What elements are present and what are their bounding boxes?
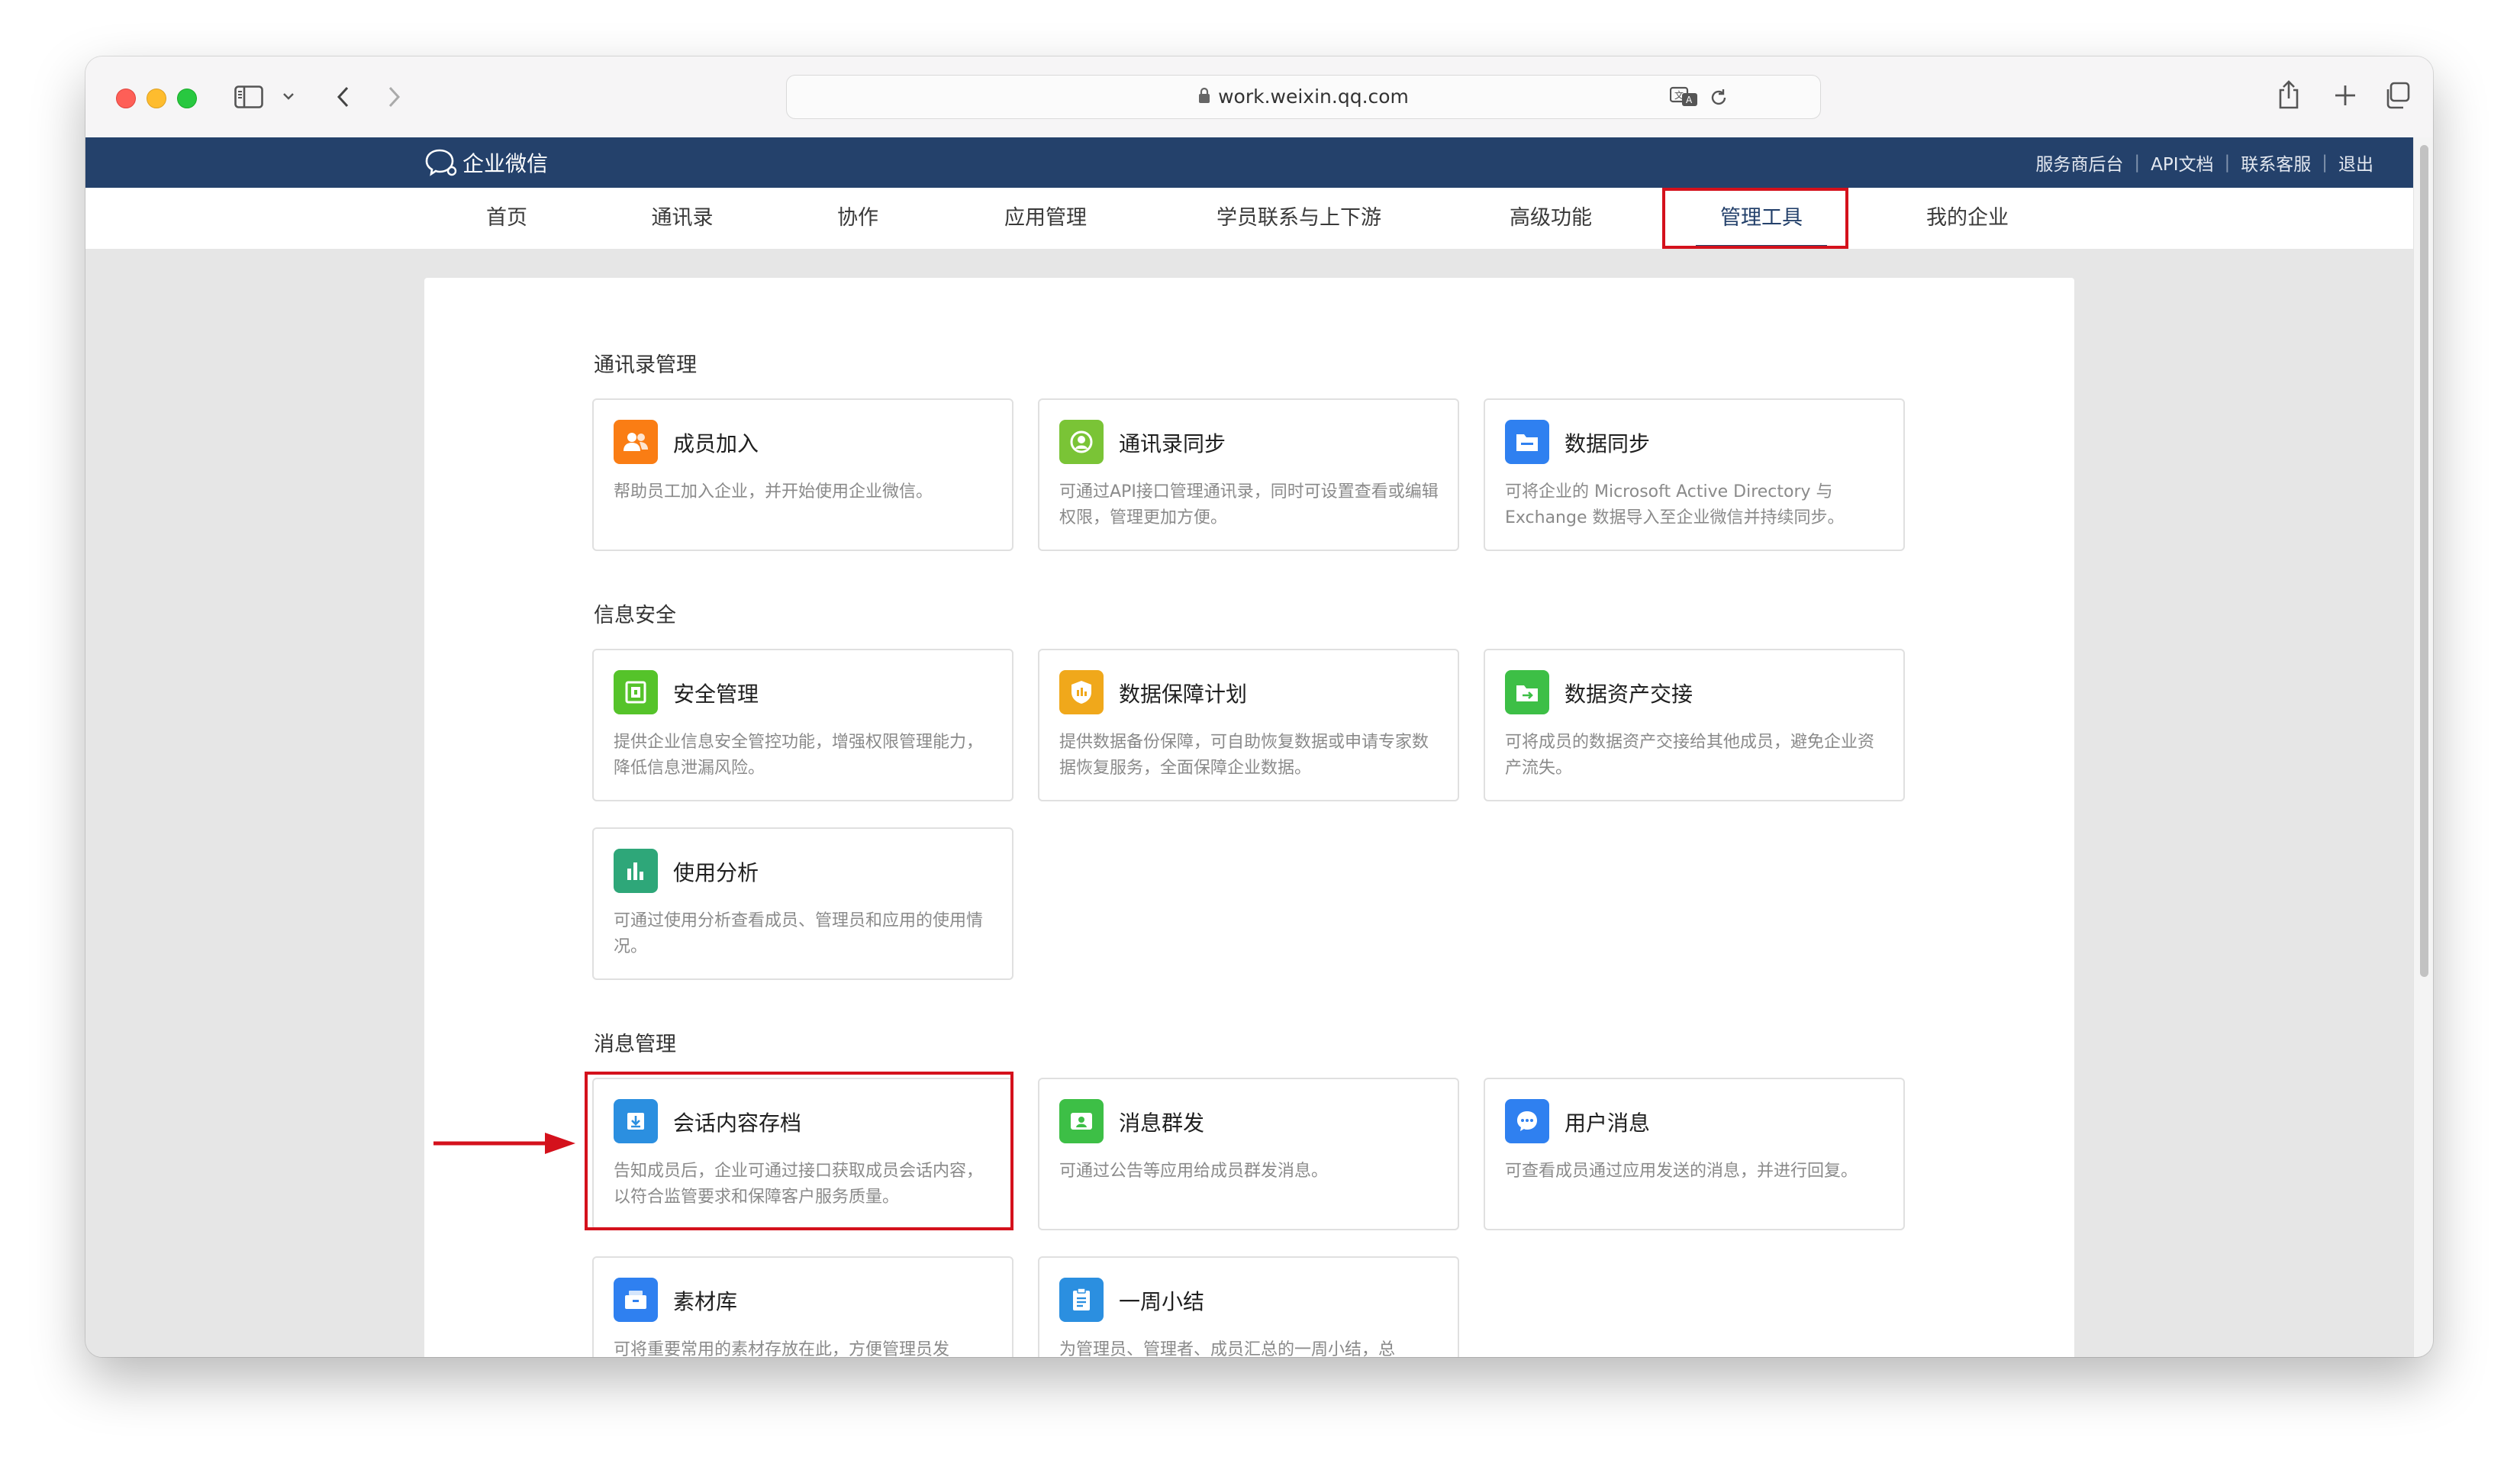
card-title: 成员加入 bbox=[673, 431, 759, 456]
scrollbar-thumb[interactable] bbox=[2420, 145, 2428, 977]
card-security-management[interactable]: 安全管理 提供企业信息安全管控功能，增强权限管理能力，降低信息泄漏风险。 bbox=[592, 649, 1013, 801]
tab-home[interactable]: 首页 bbox=[486, 188, 527, 249]
link-api-docs[interactable]: API文档 bbox=[2151, 150, 2213, 176]
page-scrollbar[interactable] bbox=[2413, 137, 2433, 1357]
card-description: 可将重要常用的素材存放在此，方便管理员发 bbox=[614, 1340, 950, 1357]
member-join-icon bbox=[614, 420, 658, 464]
data-protection-icon bbox=[1059, 670, 1104, 714]
card-title: 通讯录同步 bbox=[1119, 431, 1226, 456]
site-header: 企业微信 服务商后台 | API文档 | 联系客服 | 退出 bbox=[85, 137, 2413, 188]
card-data-sync[interactable]: 数据同步 可将企业的 Microsoft Active Directory 与 … bbox=[1484, 398, 1905, 551]
brand-name: 企业微信 bbox=[462, 151, 549, 176]
card-description: 可将企业的 Microsoft Active Directory 与 Excha… bbox=[1505, 482, 1845, 527]
share-icon[interactable] bbox=[2276, 78, 2302, 111]
tab-student-contact[interactable]: 学员联系与上下游 bbox=[1216, 188, 1381, 249]
link-contact-support[interactable]: 联系客服 bbox=[2241, 150, 2311, 176]
security-icon bbox=[614, 670, 658, 714]
material-library-icon bbox=[614, 1278, 658, 1322]
separator: | bbox=[2224, 153, 2231, 172]
close-window-button[interactable] bbox=[116, 89, 136, 108]
translate-icon[interactable]: 文A bbox=[1669, 85, 1700, 109]
card-description: 提供数据备份保障，可自助恢复数据或申请专家数据恢复服务，全面保障企业数据。 bbox=[1059, 733, 1429, 778]
top-links: 服务商后台 | API文档 | 联系客服 | 退出 bbox=[2035, 137, 2373, 188]
tab-app-management[interactable]: 应用管理 bbox=[1004, 188, 1087, 249]
card-material-library[interactable]: 素材库 可将重要常用的素材存放在此，方便管理员发 bbox=[592, 1256, 1013, 1357]
contacts-sync-icon bbox=[1059, 420, 1104, 464]
browser-window: work.weixin.qq.com 文A 企业微信 服务商后台 | API文档… bbox=[85, 56, 2433, 1357]
card-mass-message[interactable]: 消息群发 可通过公告等应用给成员群发消息。 bbox=[1038, 1078, 1459, 1230]
card-data-protection[interactable]: 数据保障计划 提供数据备份保障，可自助恢复数据或申请专家数据恢复服务，全面保障企… bbox=[1038, 649, 1459, 801]
annotation-arrow-icon bbox=[433, 1133, 575, 1154]
sidebar-toggle-icon[interactable] bbox=[234, 84, 264, 110]
weekly-summary-icon bbox=[1059, 1278, 1104, 1322]
card-title: 素材库 bbox=[673, 1289, 738, 1314]
card-description: 可将成员的数据资产交接给其他成员，避免企业资产流失。 bbox=[1505, 733, 1875, 778]
card-title: 使用分析 bbox=[673, 860, 759, 885]
card-description: 可通过API接口管理通讯录，同时可设置查看或编辑权限，管理更加方便。 bbox=[1059, 482, 1439, 527]
card-title: 数据保障计划 bbox=[1119, 682, 1248, 707]
user-message-icon bbox=[1505, 1099, 1549, 1143]
card-title: 一周小结 bbox=[1119, 1289, 1205, 1314]
reload-icon[interactable] bbox=[1707, 86, 1730, 109]
main-nav: 首页 通讯录 协作 应用管理 学员联系与上下游 高级功能 管理工具 我的企业 bbox=[85, 188, 2413, 250]
card-description: 提供企业信息安全管控功能，增强权限管理能力，降低信息泄漏风险。 bbox=[614, 733, 984, 778]
tab-advanced-features[interactable]: 高级功能 bbox=[1510, 188, 1592, 249]
new-tab-icon[interactable] bbox=[2332, 82, 2358, 108]
chevron-down-icon[interactable] bbox=[281, 89, 296, 104]
mass-message-icon bbox=[1059, 1099, 1104, 1143]
svg-text:A: A bbox=[1686, 95, 1693, 105]
usage-analysis-icon bbox=[614, 849, 658, 893]
section-title-messages: 消息管理 bbox=[594, 1033, 676, 1056]
card-description: 可查看成员通过应用发送的消息，并进行回复。 bbox=[1505, 1162, 1858, 1181]
tab-collaboration[interactable]: 协作 bbox=[837, 188, 878, 249]
card-user-message[interactable]: 用户消息 可查看成员通过应用发送的消息，并进行回复。 bbox=[1484, 1078, 1905, 1230]
card-asset-handover[interactable]: 数据资产交接 可将成员的数据资产交接给其他成员，避免企业资产流失。 bbox=[1484, 649, 1905, 801]
back-icon[interactable] bbox=[331, 84, 354, 110]
card-description: 可通过使用分析查看成员、管理员和应用的使用情况。 bbox=[614, 911, 984, 956]
asset-handover-icon bbox=[1505, 670, 1549, 714]
page-content: 通讯录管理 成员加入 帮助员工加入企业，并开始使用企业微信。 通讯录同步 可通过… bbox=[85, 249, 2413, 1357]
brand-logo[interactable]: 企业微信 bbox=[424, 137, 548, 188]
card-title: 消息群发 bbox=[1119, 1111, 1205, 1136]
svg-text:文: 文 bbox=[1674, 89, 1684, 101]
separator: | bbox=[2322, 153, 2328, 172]
annotation-box-chat-archive bbox=[585, 1072, 1013, 1230]
address-bar[interactable]: work.weixin.qq.com 文A bbox=[786, 75, 1821, 119]
section-title-contacts: 通讯录管理 bbox=[594, 353, 697, 377]
wecom-logo-icon bbox=[425, 149, 457, 176]
card-title: 用户消息 bbox=[1565, 1111, 1651, 1136]
separator: | bbox=[2134, 153, 2141, 172]
zoom-window-button[interactable] bbox=[177, 89, 197, 108]
link-provider-backend[interactable]: 服务商后台 bbox=[2035, 150, 2123, 176]
card-title: 安全管理 bbox=[673, 682, 759, 707]
tab-contacts[interactable]: 通讯录 bbox=[652, 188, 714, 249]
card-weekly-summary[interactable]: 一周小结 为管理员、管理者、成员汇总的一周小结，总 bbox=[1038, 1256, 1459, 1357]
card-title: 数据资产交接 bbox=[1565, 682, 1693, 707]
lock-icon bbox=[1198, 76, 1210, 119]
forward-icon[interactable] bbox=[383, 84, 406, 110]
card-description: 为管理员、管理者、成员汇总的一周小结，总 bbox=[1059, 1340, 1396, 1357]
data-sync-icon bbox=[1505, 420, 1549, 464]
card-description: 可通过公告等应用给成员群发消息。 bbox=[1059, 1162, 1329, 1181]
url-text: work.weixin.qq.com bbox=[1218, 85, 1409, 108]
card-member-join[interactable]: 成员加入 帮助员工加入企业，并开始使用企业微信。 bbox=[592, 398, 1013, 551]
card-contacts-sync[interactable]: 通讯录同步 可通过API接口管理通讯录，同时可设置查看或编辑权限，管理更加方便。 bbox=[1038, 398, 1459, 551]
minimize-window-button[interactable] bbox=[147, 89, 166, 108]
card-description: 帮助员工加入企业，并开始使用企业微信。 bbox=[614, 482, 933, 501]
tab-my-company[interactable]: 我的企业 bbox=[1926, 188, 2009, 249]
link-logout[interactable]: 退出 bbox=[2338, 150, 2373, 176]
tab-overview-icon[interactable] bbox=[2383, 81, 2412, 110]
annotation-box-nav bbox=[1662, 188, 1848, 249]
card-title: 数据同步 bbox=[1565, 431, 1651, 456]
card-usage-analysis[interactable]: 使用分析 可通过使用分析查看成员、管理员和应用的使用情况。 bbox=[592, 827, 1013, 980]
browser-toolbar: work.weixin.qq.com 文A bbox=[85, 56, 2433, 138]
section-title-security: 信息安全 bbox=[594, 604, 676, 627]
